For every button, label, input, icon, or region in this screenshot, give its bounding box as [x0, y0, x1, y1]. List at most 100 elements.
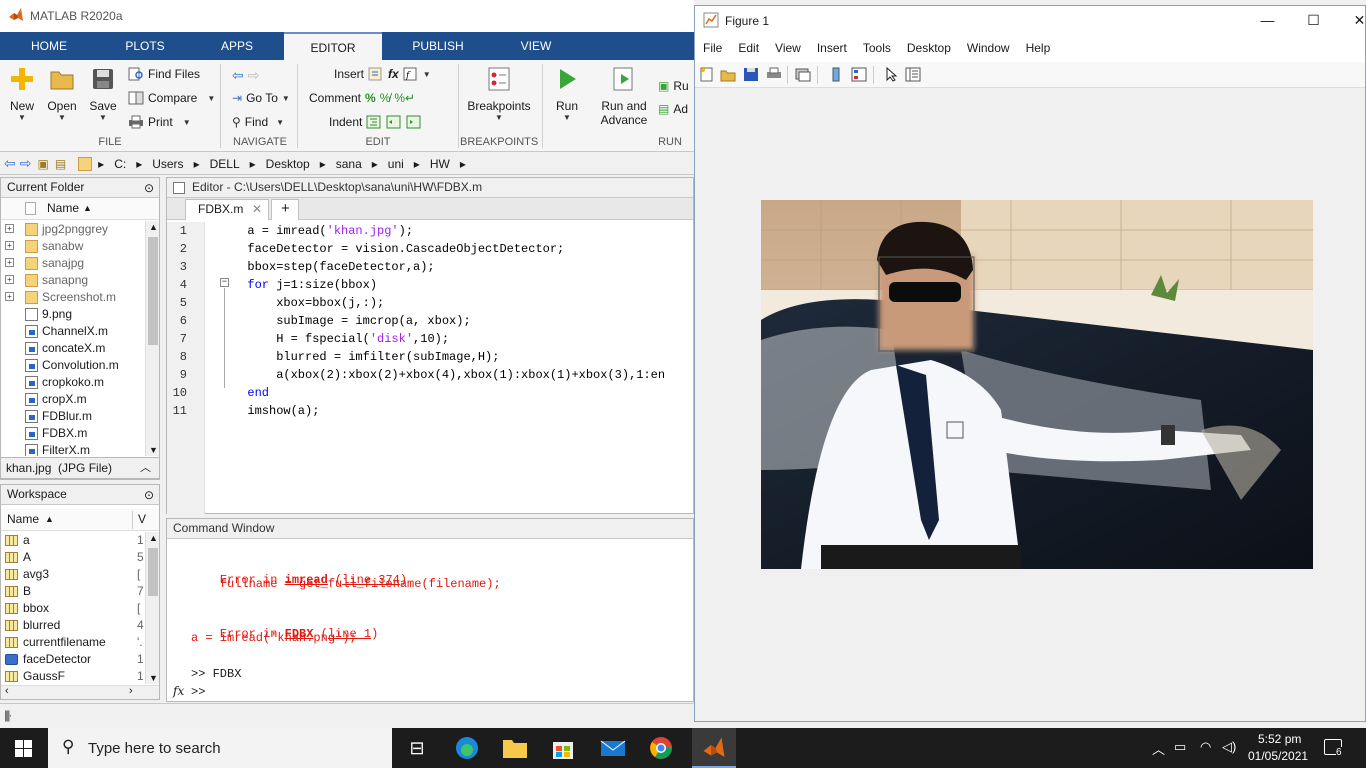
line-number[interactable]: 5 — [167, 296, 187, 310]
colorbar-icon[interactable] — [828, 67, 844, 82]
line-number[interactable]: 3 — [167, 260, 187, 274]
editor-title-bar[interactable]: Editor - C:\Users\DELL\Desktop\sana\uni\… — [167, 178, 693, 198]
fx-icon[interactable]: fx — [173, 684, 184, 698]
variable-row[interactable]: a1 — [1, 532, 145, 549]
line-number[interactable]: 6 — [167, 314, 187, 328]
variable-row[interactable]: blurred 4 — [1, 617, 145, 634]
browse-folder-icon[interactable]: ▤ — [55, 157, 66, 171]
matlab-taskbar-button[interactable] — [692, 728, 736, 768]
code-line[interactable]: subImage = imcrop(a, xbox); — [233, 314, 470, 328]
scrollbar-thumb[interactable] — [148, 548, 158, 596]
battery-icon[interactable]: ▭ — [1174, 739, 1186, 755]
file-list-item[interactable]: + sanabw — [1, 238, 145, 255]
code-fold-icon[interactable]: − — [220, 278, 229, 287]
breadcrumb-item[interactable]: uni — [388, 157, 404, 171]
breadcrumb-item[interactable]: DELL — [210, 157, 240, 171]
wifi-icon[interactable]: ◠ — [1200, 739, 1211, 755]
run-section-button[interactable]: ▣ Ru — [658, 79, 689, 93]
wrap-comment-icon[interactable]: %↵ — [394, 91, 415, 105]
file-list-item[interactable]: FDBlur.m — [1, 408, 145, 425]
run-button[interactable]: Run ▼ — [550, 66, 584, 122]
mail-icon[interactable] — [598, 734, 628, 762]
expand-icon[interactable]: + — [5, 241, 14, 250]
panel-menu-icon[interactable]: ⊙ — [144, 486, 154, 505]
new-button[interactable]: New ▼ — [6, 66, 38, 122]
resize-grip-icon[interactable]: ||||· — [4, 708, 13, 722]
legend-icon[interactable] — [851, 67, 867, 82]
up-folder-icon[interactable]: ▣ — [37, 157, 48, 171]
vertical-scrollbar[interactable]: ▲ ▼ — [145, 532, 159, 684]
run-and-advance-button[interactable]: Run and Advance — [598, 66, 650, 127]
taskbar-search-box[interactable]: ⚲ Type here to search — [48, 728, 392, 768]
tab-publish[interactable]: PUBLISH — [400, 32, 476, 60]
back-icon[interactable]: ⇦ — [4, 155, 16, 172]
file-list-item[interactable]: cropX.m — [1, 391, 145, 408]
new-figure-icon[interactable] — [699, 67, 715, 82]
file-list-item[interactable]: ChannelX.m — [1, 323, 145, 340]
breakpoints-button[interactable]: Breakpoints ▼ — [466, 66, 532, 122]
file-list-item[interactable]: cropkoko.m — [1, 374, 145, 391]
column-divider[interactable] — [132, 511, 133, 529]
code-line[interactable]: xbox=bbox(j,:); — [233, 296, 384, 310]
save-button[interactable]: Save ▼ — [86, 66, 120, 122]
line-number[interactable]: 4 — [167, 278, 187, 292]
arrow-right-icon[interactable]: ⇨ — [248, 67, 260, 84]
find-button[interactable]: ⚲ Find ▼ — [232, 115, 284, 129]
current-folder-header[interactable]: Current Folder ⊙ — [1, 178, 159, 198]
code-line[interactable]: for j=1:size(bbox) — [233, 278, 377, 292]
expand-icon[interactable]: + — [5, 292, 14, 301]
chevron-up-icon[interactable]: ︿ — [1152, 739, 1165, 758]
open-file-icon[interactable] — [720, 67, 736, 82]
print-button[interactable]: Print ▼ — [128, 115, 191, 129]
scroll-left-icon[interactable]: ‹ — [5, 685, 9, 697]
fx-icon[interactable]: fx — [388, 67, 399, 81]
file-list-item[interactable]: + sanapng — [1, 272, 145, 289]
line-number[interactable]: 9 — [167, 368, 187, 382]
uncomment-icon[interactable]: %̸ — [380, 91, 391, 105]
add-tab-button[interactable]: + — [271, 199, 299, 220]
code-line[interactable]: H = fspecial('disk',10); — [233, 332, 449, 346]
variable-row[interactable]: bbox [ — [1, 600, 145, 617]
file-list-item[interactable]: Convolution.m — [1, 357, 145, 374]
back-forward-nav[interactable]: ⇦ ⇨ — [232, 67, 259, 84]
save-figure-icon[interactable] — [743, 67, 759, 82]
tab-view[interactable]: VIEW — [500, 32, 572, 60]
file-list-item[interactable]: FilterX.m — [1, 442, 145, 456]
go-to-button[interactable]: ⇥ Go To ▼ — [232, 91, 290, 105]
workspace-header[interactable]: Workspace ⊙ — [1, 485, 159, 505]
find-files-button[interactable]: Find Files — [128, 67, 200, 81]
file-list-item[interactable]: concateX.m — [1, 340, 145, 357]
scroll-up-icon[interactable]: ▲ — [149, 533, 158, 543]
line-number[interactable]: 10 — [167, 386, 187, 400]
command-window[interactable]: Command Window Error in imread (line 374… — [166, 518, 694, 702]
property-inspector-icon[interactable] — [905, 67, 921, 82]
pointer-icon[interactable] — [883, 67, 899, 82]
line-number[interactable]: 8 — [167, 350, 187, 364]
chrome-icon[interactable] — [646, 734, 676, 762]
tab-apps[interactable]: APPS — [204, 32, 270, 60]
menu-edit[interactable]: Edit — [730, 41, 767, 55]
tab-home[interactable]: HOME — [14, 32, 84, 60]
address-bar[interactable]: ⇦ ⇨ ▣ ▤ ▸ C: ▸ Users ▸ DELL ▸ Desktop ▸ … — [0, 153, 694, 175]
variable-row[interactable]: avg3 [ — [1, 566, 145, 583]
menu-help[interactable]: Help — [1018, 41, 1059, 55]
file-list-item[interactable]: 9.png — [1, 306, 145, 323]
line-number[interactable]: 11 — [167, 404, 187, 418]
insert-function-icon[interactable]: f — [403, 67, 419, 81]
file-list-item[interactable]: + jpg2pnggrey — [1, 221, 145, 238]
chevron-up-icon[interactable]: ︿ — [140, 458, 151, 478]
tab-editor[interactable]: EDITOR — [284, 32, 382, 60]
code-line[interactable]: blurred = imfilter(subImage,H); — [233, 350, 499, 364]
line-number[interactable]: 2 — [167, 242, 187, 256]
file-list-item[interactable]: + Screenshot.m — [1, 289, 145, 306]
edge-browser-icon[interactable] — [452, 734, 482, 762]
file-list-item[interactable]: FDBX.m — [1, 425, 145, 442]
maximize-button[interactable]: ☐ — [1291, 6, 1336, 34]
decrease-indent-icon[interactable] — [406, 115, 422, 129]
code-line[interactable]: bbox=step(faceDetector,a); — [233, 260, 434, 274]
link-plot-icon[interactable] — [795, 67, 811, 82]
task-view-icon[interactable]: ⊟ — [402, 734, 432, 762]
close-icon[interactable]: ✕ — [252, 200, 262, 219]
figure-title-bar[interactable]: Figure 1 — ☐ ✕ — [695, 6, 1365, 34]
code-line[interactable]: faceDetector = vision.CascadeObjectDetec… — [233, 242, 564, 256]
